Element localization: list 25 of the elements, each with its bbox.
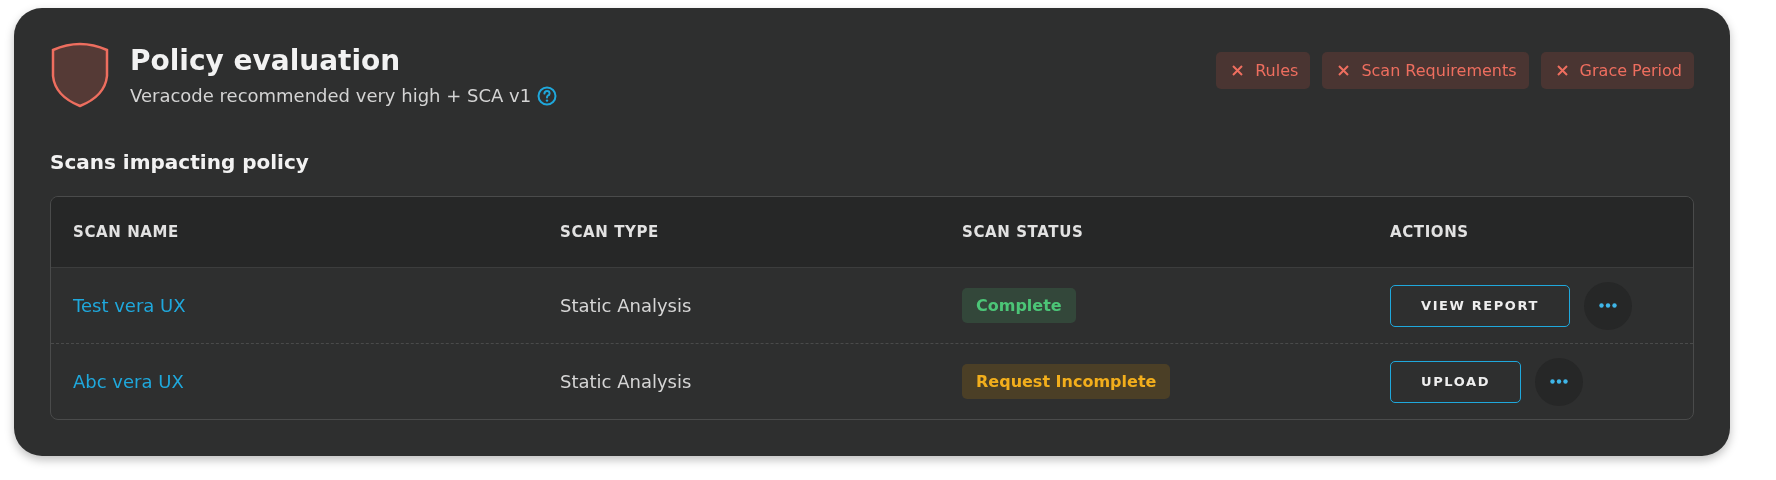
tag-label: Rules [1255,61,1299,80]
table-cell: Static Analysis [560,295,692,316]
policy-name: Veracode recommended very high + SCA v1 [130,85,532,106]
section-heading: Scans impacting policy [50,150,310,174]
help-icon[interactable] [537,85,558,106]
tag-label: Grace Period [1579,61,1682,80]
cross-icon [1232,65,1244,76]
action-button[interactable]: UPLOAD [1390,360,1522,403]
cross-icon [1338,65,1350,76]
cross-icon [1556,65,1568,76]
column-header: ACTIONS [1390,223,1470,241]
more-icon [1550,379,1569,384]
scan-link[interactable]: Test vera UX [73,295,186,316]
more-button[interactable] [1584,281,1632,330]
table-cell: Static Analysis [560,371,692,392]
column-header: SCAN TYPE [560,223,660,241]
action-button[interactable]: VIEW REPORT [1390,284,1570,327]
status-badge: Complete [962,288,1076,323]
column-header: SCAN STATUS [962,223,1085,241]
tag-label: Scan Requirements [1361,61,1517,80]
column-header: SCAN NAME [73,223,180,241]
policy-title: Policy evaluation [130,44,402,77]
scan-link[interactable]: Abc vera UX [73,371,184,392]
status-badge: Request Incomplete [962,364,1171,399]
more-icon [1599,303,1617,308]
